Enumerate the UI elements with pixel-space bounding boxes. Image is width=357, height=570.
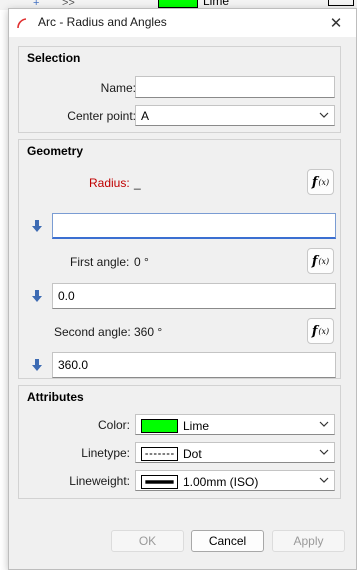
second-angle-formula-button[interactable]: f (x): [307, 318, 334, 344]
center-point-label: Center point:: [67, 109, 136, 123]
function-icon: f: [311, 323, 318, 339]
radius-formula-button[interactable]: f (x): [307, 169, 334, 195]
linetype-select[interactable]: Dot: [135, 442, 335, 463]
arrow-down-icon[interactable]: [30, 219, 44, 233]
function-icon-sub: (x): [318, 256, 330, 266]
attributes-group-title: Attributes: [27, 390, 84, 404]
function-icon-sub: (x): [318, 177, 330, 187]
name-input[interactable]: [135, 76, 335, 98]
second-angle-input[interactable]: 360.0: [52, 352, 336, 378]
geometry-group-title: Geometry: [27, 144, 84, 158]
arc-dialog: Arc - Radius and Angles ✕ Selection Name…: [8, 8, 357, 570]
center-point-value: A: [141, 109, 150, 123]
cancel-button[interactable]: Cancel: [191, 530, 264, 552]
radius-value: _: [134, 176, 141, 190]
center-point-select[interactable]: A: [135, 105, 335, 126]
lineweight-select[interactable]: 1.00mm (ISO): [135, 470, 335, 491]
name-label: Name:: [100, 81, 136, 95]
close-button[interactable]: ✕: [324, 12, 348, 34]
color-value: Lime: [183, 419, 210, 433]
dialog-title: Arc - Radius and Angles: [38, 15, 167, 29]
first-angle-input[interactable]: 0.0: [52, 283, 336, 309]
linetype-value: Dot: [183, 447, 202, 461]
arrow-down-icon[interactable]: [30, 358, 44, 372]
toolbar-color-swatch: [158, 0, 198, 8]
first-angle-formula-button[interactable]: f (x): [307, 248, 334, 274]
chevron-down-icon: [319, 449, 329, 455]
lineweight-value: 1.00mm (ISO): [183, 475, 259, 489]
function-icon-sub: (x): [318, 326, 330, 336]
first-angle-value: 0 °: [134, 255, 149, 269]
second-angle-label: Second angle:: [54, 325, 131, 339]
geometry-group: Geometry Radius: _ f (x) First angle: 0 °…: [18, 139, 341, 379]
color-swatch: [141, 419, 178, 433]
selection-group: Selection Name: Center point: A: [18, 46, 341, 133]
attributes-group: Attributes Color: Lime Linetype: Dot Lin…: [18, 385, 341, 499]
lineweight-label: Lineweight:: [69, 474, 130, 488]
arc-icon: [17, 18, 27, 29]
dotted-line-icon: [141, 447, 178, 461]
toolbar-linetype-preview: [328, 0, 354, 6]
color-label: Color:: [97, 418, 130, 432]
ok-button[interactable]: OK: [111, 530, 184, 552]
chevron-down-icon: [319, 477, 329, 483]
thick-line-icon: [141, 475, 178, 489]
radius-label: Radius:: [89, 176, 130, 190]
function-icon: f: [311, 174, 318, 190]
color-select[interactable]: Lime: [135, 414, 335, 435]
chevron-down-icon: [319, 112, 329, 118]
selection-group-title: Selection: [27, 51, 81, 65]
close-icon: ✕: [329, 15, 343, 32]
function-icon: f: [311, 253, 318, 269]
radius-input[interactable]: [52, 213, 336, 239]
first-angle-label: First angle:: [70, 255, 130, 269]
toolbar-color-text: Lime: [203, 0, 230, 8]
title-bar: Arc - Radius and Angles ✕: [9, 9, 356, 37]
chevron-down-icon: [319, 421, 329, 427]
second-angle-value: 360 °: [134, 325, 163, 339]
arrow-down-icon[interactable]: [30, 289, 44, 303]
linetype-label: Linetype:: [81, 446, 130, 460]
apply-button[interactable]: Apply: [272, 530, 345, 552]
